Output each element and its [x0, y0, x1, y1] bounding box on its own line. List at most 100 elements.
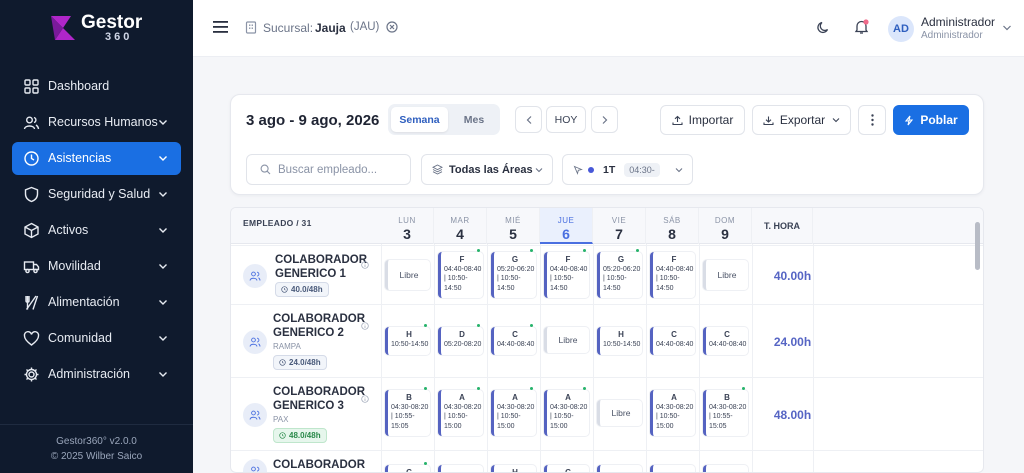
shift-cell[interactable]: F 04:40-08:40 | 10:50-14:50 [438, 252, 483, 298]
export-button[interactable]: Exportar [752, 105, 851, 135]
sidebar-item-dashboard[interactable]: Dashboard [12, 70, 181, 103]
chevron-down-icon [675, 168, 683, 173]
shift-select[interactable]: 1T 04:30- [562, 154, 693, 185]
shift-cell[interactable]: A 04:30-08:20 | 10:50-15:00 [650, 390, 695, 436]
table-row[interactable]: COLABORADOR GENERICO 1 40.0/48h Libre F 04:40… [231, 245, 983, 304]
info-icon[interactable] [361, 261, 369, 269]
status-dot [583, 249, 586, 252]
shift-cell[interactable]: G 05:20-06:20 | 10:50-14:50 [491, 252, 536, 298]
shift-cell[interactable]: C [385, 465, 430, 472]
clear-branch-icon[interactable] [386, 21, 398, 33]
shift-cell[interactable]: F 04:40-08:40 | 10:50-14:50 [544, 252, 589, 298]
prev-week-button[interactable] [515, 106, 542, 133]
shift-code: 1T [603, 163, 616, 176]
info-icon[interactable] [361, 322, 369, 330]
more-options-button[interactable] [858, 105, 886, 135]
sidebar-item-recursos-humanos[interactable]: Recursos Humanos [12, 106, 181, 139]
moon-icon[interactable] [816, 20, 831, 35]
shift-cell[interactable] [703, 465, 748, 472]
import-button[interactable]: Importar [660, 105, 745, 135]
area-select[interactable]: Todas las Áreas [421, 154, 553, 185]
shift-cell[interactable]: A 04:30-08:20 | 10:50-15:00 [491, 390, 536, 436]
shift-cell[interactable]: A 04:30-08:20 | 10:50-15:00 [544, 390, 589, 436]
sidebar-item-movilidad[interactable]: Movilidad [12, 250, 181, 283]
shift-cell[interactable]: C [544, 465, 589, 473]
shift-cell[interactable]: B 04:30-08:20 | 10:55-15:05 [385, 390, 430, 436]
sidebar-item-alimentación[interactable]: Alimentación [12, 286, 181, 319]
shift-code: C [671, 330, 677, 339]
day-header-mar[interactable]: MAR 4 [434, 208, 487, 244]
day-header-sáb[interactable]: SÁB 8 [646, 208, 699, 244]
shift-cell-free[interactable]: Libre [597, 400, 642, 426]
shift-cell[interactable]: B 04:30-08:20 | 10:55-15:05 [703, 390, 748, 436]
date-range: 3 ago - 9 ago, 2026 [246, 112, 380, 129]
sidebar-item-seguridad-y-salud[interactable]: Seguridad y Salud [12, 178, 181, 211]
chevron-down-icon [159, 228, 167, 233]
populate-button[interactable]: Poblar [893, 105, 969, 135]
shift-cell[interactable]: A 04:30-08:20 | 10:50-15:00 [438, 390, 483, 436]
day-header-dom[interactable]: DOM 9 [699, 208, 752, 244]
hours-badge: 40.0/48h [275, 282, 329, 297]
shift-code: C [565, 468, 571, 473]
sidebar-item-comunidad[interactable]: Comunidad [12, 322, 181, 355]
clock-icon [24, 151, 39, 166]
shift-code: F [565, 255, 571, 264]
column-divider [646, 244, 647, 472]
total-hours-header: T. HORA [752, 208, 813, 244]
shift-cell[interactable] [438, 465, 483, 472]
menu-icon[interactable] [213, 20, 228, 34]
user-avatar[interactable]: AD [888, 16, 914, 42]
day-header-vie[interactable]: VIE 7 [593, 208, 646, 244]
brand-logo[interactable]: Gestor 360 [49, 12, 144, 44]
employee-name-line1: COLABORADOR [273, 386, 365, 398]
today-button[interactable]: HOY [546, 106, 586, 133]
table-row[interactable]: COLABORADOR C H C [231, 450, 983, 473]
view-week-button[interactable]: Semana [391, 107, 448, 132]
shift-cell[interactable]: C 04:40-08:40 [491, 327, 536, 355]
cursor-icon [573, 165, 583, 175]
sidebar-item-asistencias[interactable]: Asistencias [12, 142, 181, 175]
shift-cell[interactable] [650, 465, 695, 472]
shift-cell-free[interactable]: Libre [703, 260, 748, 290]
shift-cell[interactable]: H 10:50-14:50 [385, 327, 430, 355]
employee-name[interactable]: COLABORADOR GENERICO 1 [275, 253, 367, 281]
employee-name[interactable]: COLABORADOR GENERICO 2 [273, 312, 365, 340]
sidebar-item-label: Activos [48, 223, 89, 237]
shift-code: H [512, 468, 518, 473]
shift-cell-free[interactable]: Libre [385, 260, 430, 290]
shift-cell-free[interactable]: Libre [544, 327, 589, 353]
shift-cell[interactable]: G 05:20-06:20 | 10:50-14:50 [597, 252, 642, 298]
sidebar-item-activos[interactable]: Activos [12, 214, 181, 247]
day-header-jue[interactable]: JUE 6 [540, 208, 593, 244]
sidebar-item-administración[interactable]: Administración [12, 358, 181, 391]
table-row[interactable]: COLABORADOR GENERICO 2 RAMPA 24.0/48h H 10:50… [231, 304, 983, 377]
next-week-button[interactable] [591, 106, 618, 133]
day-header-mié[interactable]: MIÉ 5 [487, 208, 540, 244]
shift-time: 04:40-08:40 [709, 340, 747, 348]
info-icon[interactable] [361, 395, 369, 403]
status-dot [477, 249, 480, 252]
app-version: Gestor360° v2.0.0 [56, 436, 137, 447]
shift-cell[interactable]: H 10:50-14:50 [597, 327, 642, 355]
shift-cell[interactable] [597, 465, 642, 472]
shift-cell[interactable]: H [491, 465, 536, 473]
shift-cell[interactable]: F 04:40-08:40 | 10:50-14:50 [650, 252, 695, 298]
shift-cell[interactable]: D 05:20-08:20 [438, 327, 483, 355]
employee-name[interactable]: COLABORADOR [273, 458, 365, 472]
table-row[interactable]: COLABORADOR GENERICO 3 PAX 48.0/48h B 04:30-0… [231, 377, 983, 450]
shift-code: H [618, 330, 624, 339]
shift-code: G [511, 255, 519, 264]
chevron-down-icon [159, 156, 167, 161]
view-month-button[interactable]: Mes [450, 107, 498, 132]
user-menu-chevron-icon[interactable] [1002, 24, 1012, 32]
scrollbar-thumb[interactable] [975, 222, 980, 270]
shift-cell[interactable]: C 04:40-08:40 [703, 327, 748, 355]
shift-cell[interactable]: C 04:40-08:40 [650, 327, 695, 355]
employee-name[interactable]: COLABORADOR GENERICO 3 [273, 385, 365, 413]
chevron-down-icon [832, 118, 840, 123]
day-header-lun[interactable]: LUN 3 [381, 208, 434, 244]
bell-icon[interactable] [854, 19, 869, 35]
status-dot [530, 324, 533, 327]
employee-search[interactable]: Buscar empleado... [246, 154, 411, 185]
shift-time: 04:40-08:40 [497, 340, 535, 348]
